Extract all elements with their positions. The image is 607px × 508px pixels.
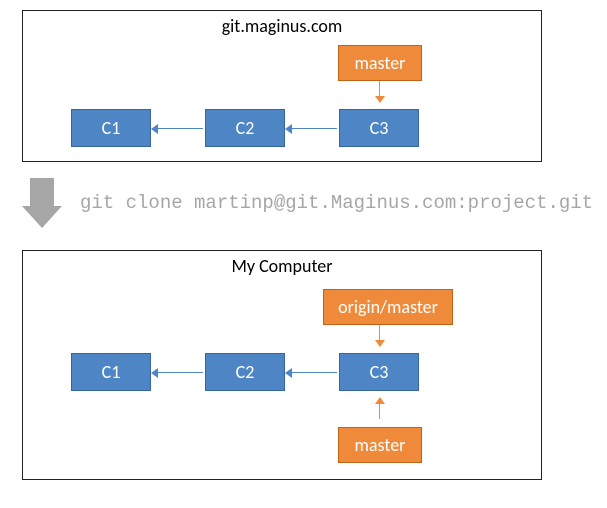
local-branch-origin-master: origin/master	[323, 289, 453, 325]
local-commit-c3: C3	[339, 353, 419, 391]
remote-branch-master: master	[338, 45, 422, 81]
remote-title: git.maginus.com	[222, 15, 343, 37]
arrow-local-c3-c2-icon	[287, 372, 337, 373]
remote-panel: git.maginus.com master C1 C2 C3	[22, 10, 542, 162]
local-commit-c2: C2	[205, 353, 285, 391]
arrow-master-up-icon	[379, 399, 380, 419]
remote-commit-c1: C1	[71, 109, 151, 147]
arrow-origin-master-down-icon	[379, 325, 380, 345]
local-panel: My Computer origin/master C1 C2 C3 maste…	[22, 250, 542, 480]
arrow-local-c2-c1-icon	[153, 372, 203, 373]
remote-commit-c2: C2	[205, 109, 285, 147]
local-title: My Computer	[231, 255, 332, 277]
arrow-c2-c1-icon	[153, 128, 203, 129]
remote-commit-c3: C3	[339, 109, 419, 147]
arrow-master-down-icon	[379, 81, 380, 101]
local-commit-c1: C1	[71, 353, 151, 391]
git-command: git clone martinp@git.Maginus.com:projec…	[80, 192, 593, 214]
arrow-c3-c2-icon	[287, 128, 337, 129]
local-branch-master: master	[338, 427, 422, 463]
